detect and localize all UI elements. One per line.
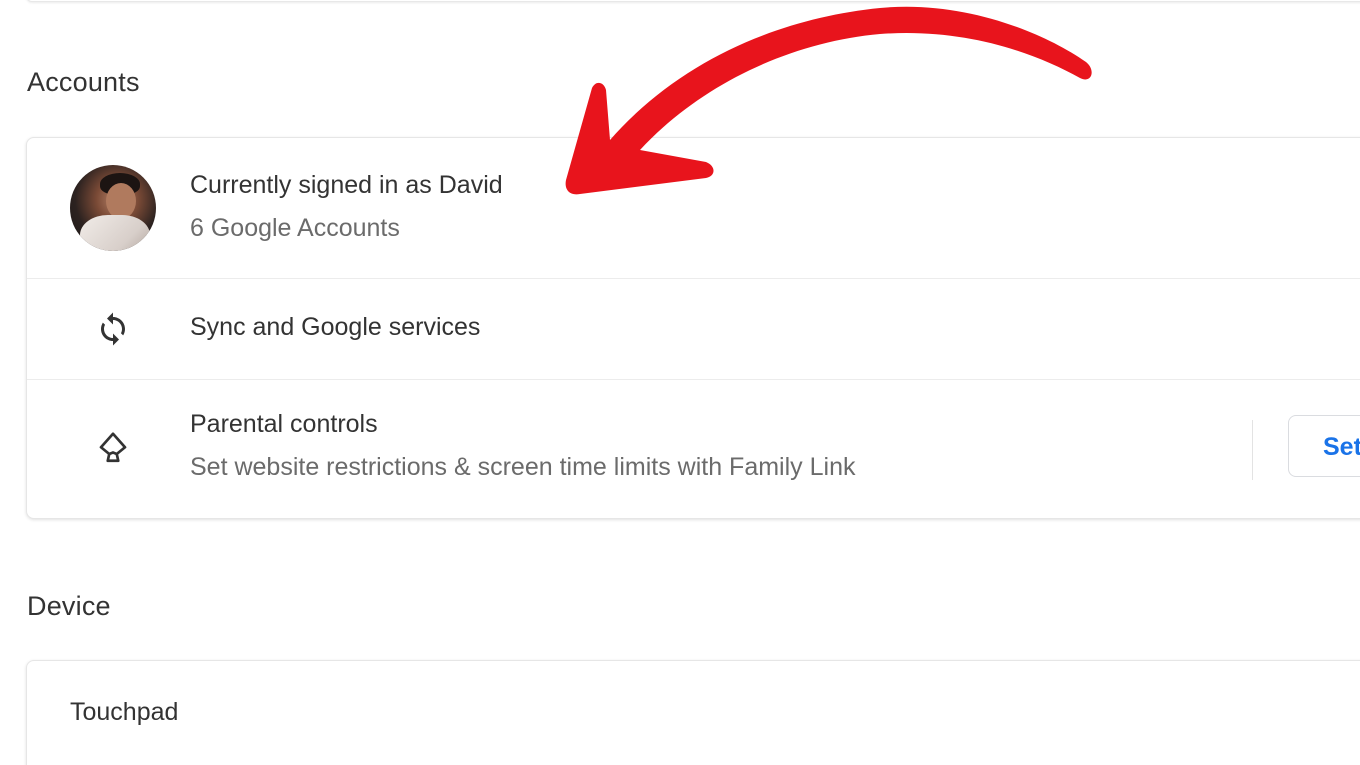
sync-icon bbox=[101, 312, 125, 346]
signed-in-label: Currently signed in as David bbox=[190, 171, 503, 199]
touchpad-item[interactable]: Touchpad bbox=[70, 698, 178, 727]
parental-controls-icon bbox=[99, 432, 127, 463]
avatar bbox=[70, 165, 156, 251]
previous-section-card bbox=[26, 0, 1360, 2]
parental-controls-row[interactable]: Parental controls Set website restrictio… bbox=[27, 380, 1360, 518]
accounts-count: 6 Google Accounts bbox=[190, 214, 400, 242]
parental-controls-description: Set website restrictions & screen time l… bbox=[190, 453, 856, 481]
accounts-section-title: Accounts bbox=[27, 67, 140, 97]
sync-label: Sync and Google services bbox=[190, 313, 481, 341]
vertical-separator bbox=[1252, 420, 1253, 480]
sync-row[interactable]: Sync and Google services bbox=[27, 279, 1360, 379]
settings-page: Accounts Currently signed in as David 6 … bbox=[0, 0, 1360, 765]
parental-setup-button[interactable]: Set up bbox=[1288, 415, 1360, 477]
device-card: Touchpad bbox=[26, 660, 1360, 765]
signed-in-row[interactable]: Currently signed in as David 6 Google Ac… bbox=[27, 138, 1360, 278]
accounts-card: Currently signed in as David 6 Google Ac… bbox=[26, 137, 1360, 519]
parental-controls-label: Parental controls bbox=[190, 410, 378, 438]
device-section-title: Device bbox=[27, 591, 111, 621]
